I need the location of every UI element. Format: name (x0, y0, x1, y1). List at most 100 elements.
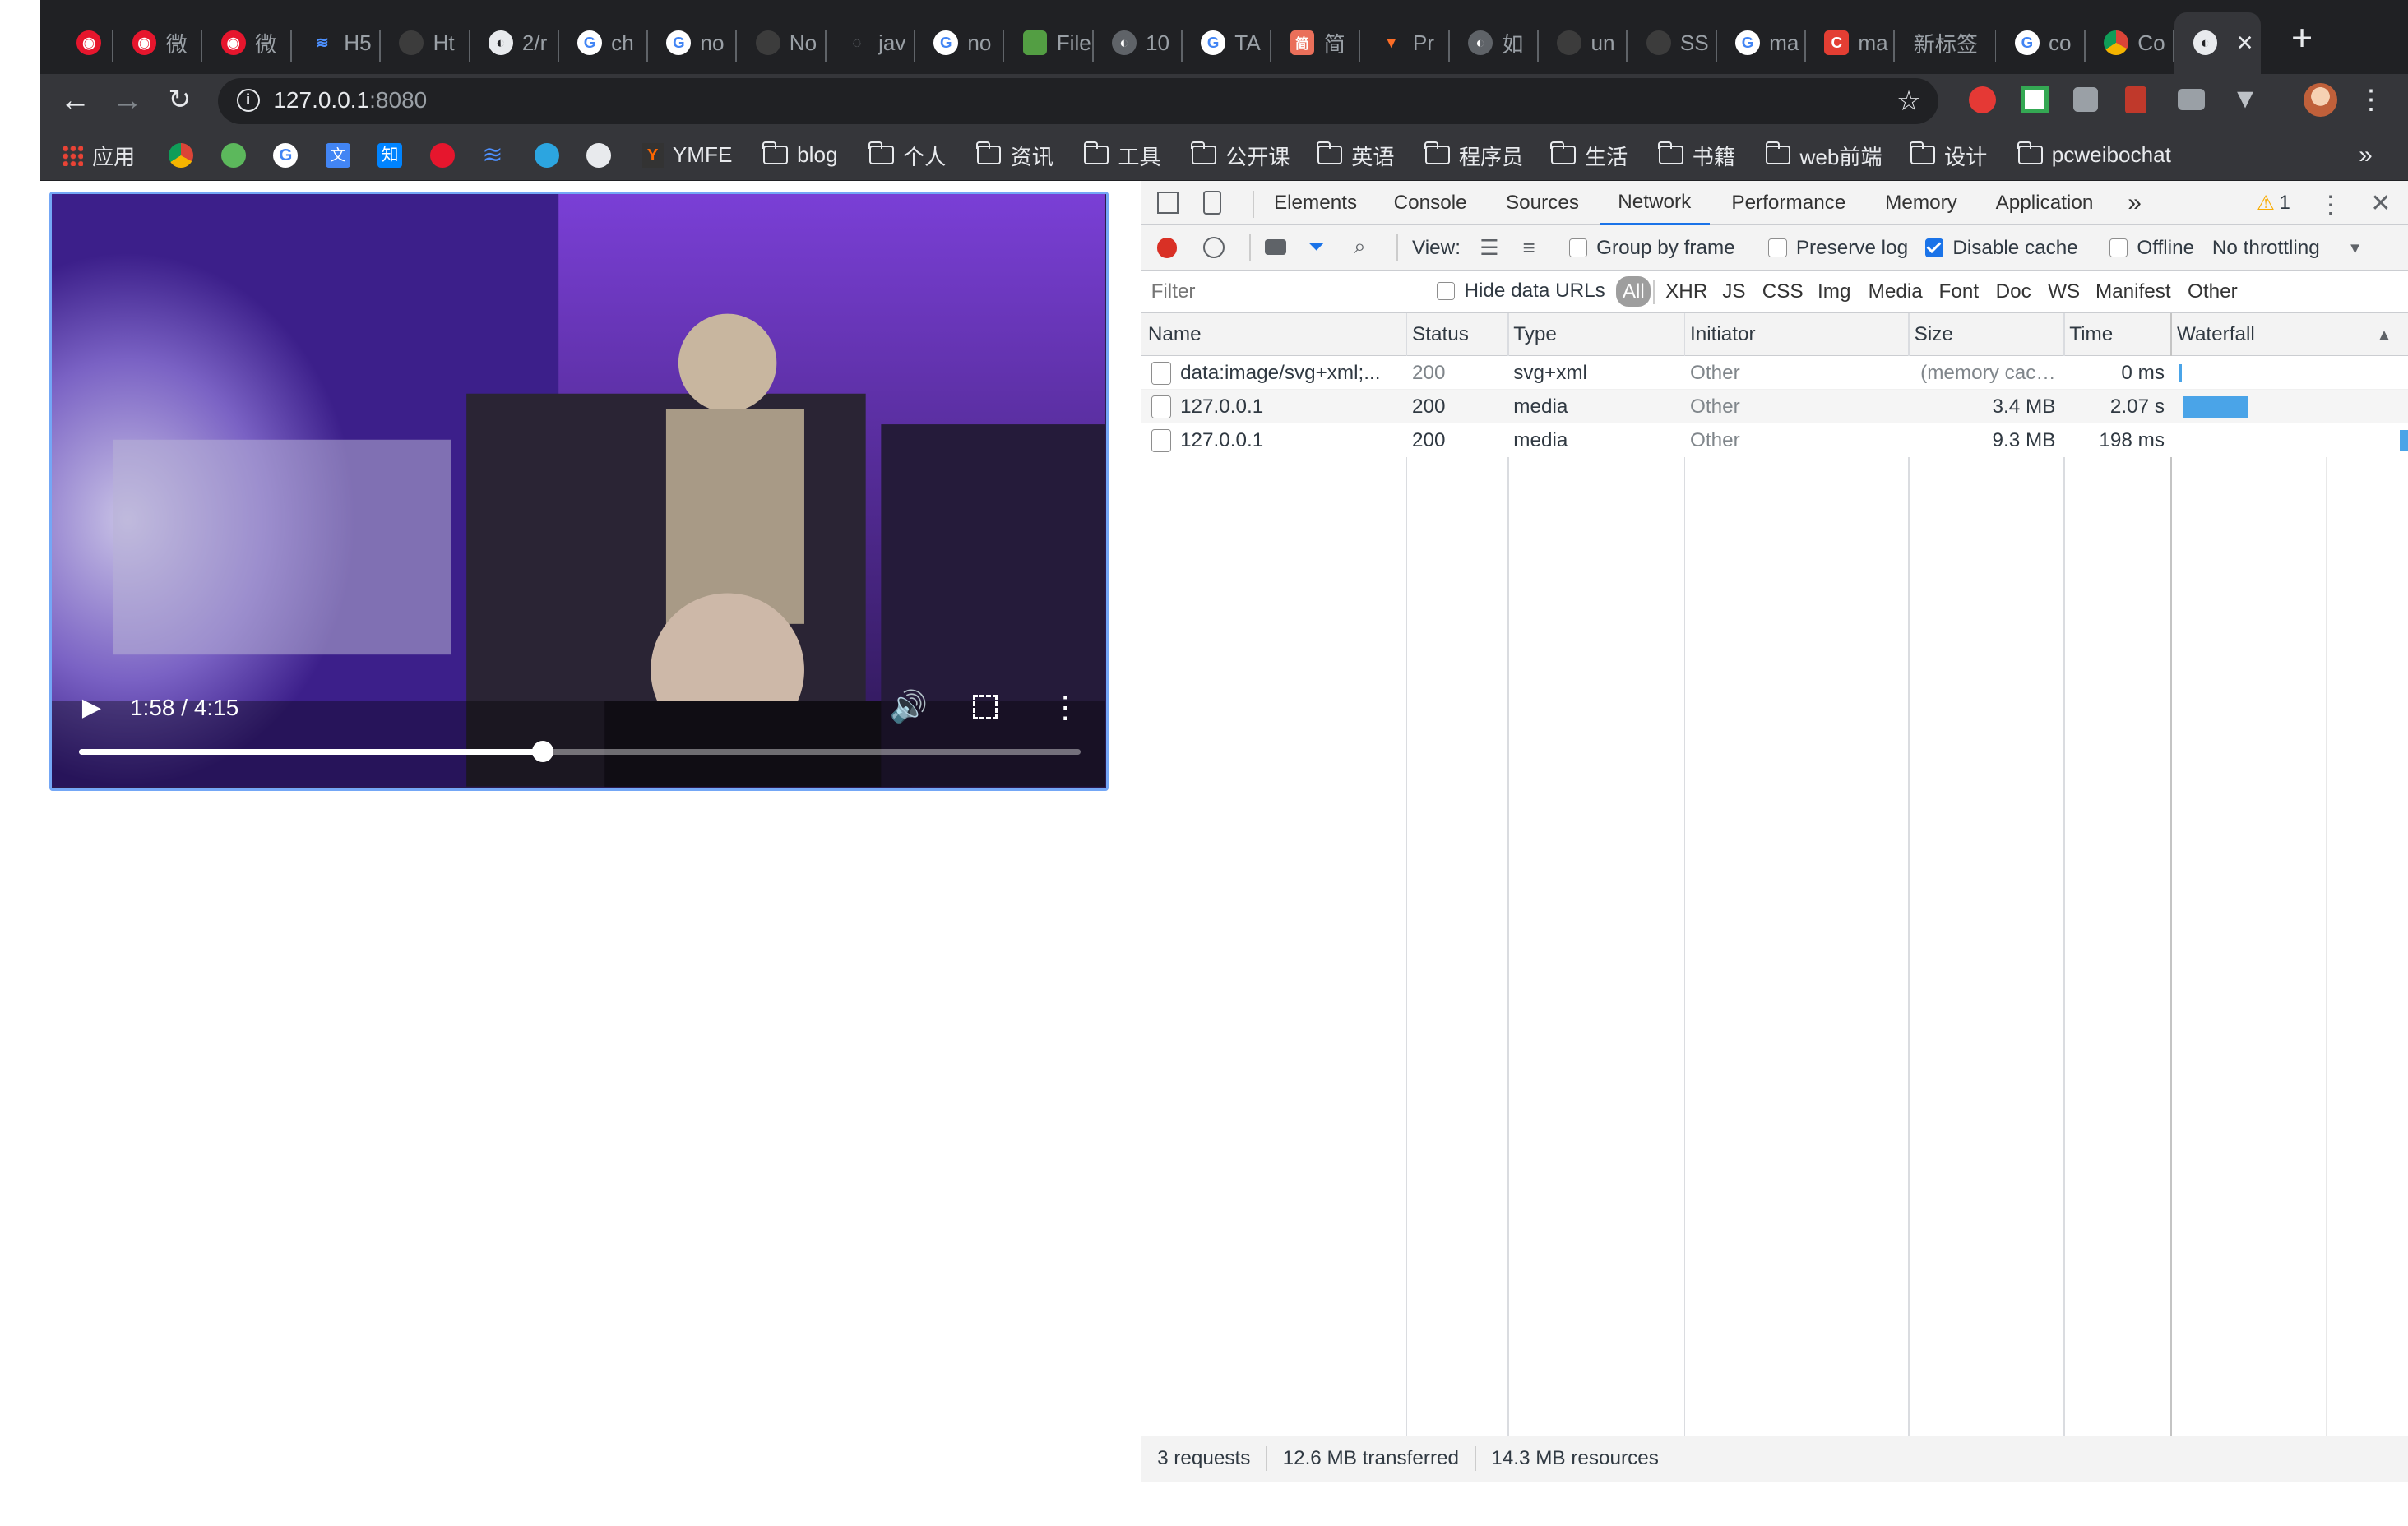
browser-tab[interactable]: G no (648, 12, 738, 74)
filter-media[interactable]: Media (1869, 271, 1923, 313)
bookmark-folder[interactable]: 资讯 (975, 129, 1054, 181)
video-player[interactable]: ▶ 1:58 / 4:15 🔊 ⋮ (49, 192, 1109, 791)
large-rows-icon[interactable]: ☰ (1480, 235, 1498, 261)
close-devtools-icon[interactable]: ✕ (2370, 189, 2391, 218)
browser-tab[interactable]: ≋ H5 (292, 12, 382, 74)
filter-font[interactable]: Font (1939, 271, 1980, 313)
column-name[interactable]: Name (1141, 313, 1202, 356)
bookmark-folder[interactable]: 程序员 (1424, 129, 1523, 181)
browser-tab[interactable]: G ch (559, 12, 648, 74)
hide-data-urls-checkbox[interactable]: Hide data URLs (1436, 280, 1605, 303)
bookmark-item[interactable]: G (273, 129, 299, 181)
browser-tab[interactable]: No (737, 12, 827, 74)
browser-tab[interactable]: ▼ Pr (1360, 12, 1450, 74)
filter-all[interactable]: All (1616, 276, 1651, 308)
browser-tab[interactable]: G TA (1183, 12, 1272, 74)
browser-tab[interactable]: ◐ 如 (1450, 12, 1540, 74)
play-icon[interactable]: ▶ (76, 691, 107, 722)
filter-doc[interactable]: Doc (1996, 271, 2031, 313)
browser-tab[interactable]: Ht (381, 12, 470, 74)
bookmark-folder[interactable]: 书籍 (1657, 129, 1735, 181)
browser-tab[interactable]: G co (1996, 12, 2086, 74)
clear-icon[interactable] (1203, 236, 1225, 258)
filter-input[interactable] (1147, 276, 1413, 308)
filter-icon[interactable]: ⏷ (1308, 234, 1325, 260)
tab-elements[interactable]: Elements (1274, 181, 1357, 225)
filter-other[interactable]: Other (2188, 271, 2238, 313)
close-icon[interactable]: ✕ (2236, 30, 2254, 56)
bookmark-folder[interactable]: 英语 (1317, 129, 1394, 181)
search-icon[interactable]: ⌕ (1354, 234, 1366, 260)
browser-tab[interactable]: G no (915, 12, 1005, 74)
new-tab-icon[interactable]: + (2282, 17, 2322, 58)
bookmark-extension-icon[interactable] (2125, 86, 2147, 114)
extension-icon[interactable] (2072, 87, 2098, 113)
throttling-select[interactable]: No throttling ▼ (2212, 237, 2363, 260)
bookmark-folder[interactable]: 个人 (868, 129, 946, 181)
browser-tab[interactable]: ◉ 微 (202, 12, 292, 74)
info-icon[interactable]: i (236, 89, 260, 113)
bookmark-folder[interactable]: 生活 (1550, 129, 1628, 181)
filter-js[interactable]: JS (1722, 271, 1745, 313)
more-options-icon[interactable]: ⋮ (1049, 689, 1080, 726)
filter-img[interactable]: Img (1818, 271, 1850, 313)
browser-tab[interactable]: un (1539, 12, 1628, 74)
overview-icon[interactable]: ≡ (1522, 235, 1535, 261)
progress-thumb[interactable] (531, 741, 553, 763)
bookmark-item[interactable]: 知 (377, 129, 403, 181)
table-row[interactable]: 127.0.0.1 200 media Other 3.4 MB 2.07 s (1141, 390, 2408, 424)
extension-icon[interactable] (2021, 86, 2049, 114)
table-row[interactable]: data:image/svg+xml;... 200 svg+xml Other… (1141, 356, 2408, 391)
warning-counter[interactable]: ⚠ 1 (2257, 191, 2290, 215)
offline-checkbox[interactable]: Offline (2109, 237, 2194, 260)
filter-manifest[interactable]: Manifest (2095, 271, 2171, 313)
bookmark-item[interactable]: 文 (325, 129, 350, 181)
tab-network[interactable]: Network (1599, 181, 1710, 226)
volume-icon[interactable]: 🔊 (889, 689, 927, 726)
browser-tab[interactable]: 新标签 (1895, 12, 1997, 74)
adblock-icon[interactable] (1968, 86, 1997, 114)
device-toolbar-icon[interactable] (1203, 190, 1222, 215)
column-initiator[interactable]: Initiator (1684, 313, 1756, 356)
tab-memory[interactable]: Memory (1885, 181, 1957, 225)
avatar[interactable] (2303, 82, 2338, 117)
bookmark-folder[interactable]: 工具 (1083, 129, 1161, 181)
browser-tab[interactable]: ◌ jav (827, 12, 915, 74)
reload-icon[interactable]: ↻ (163, 83, 197, 117)
tab-sources[interactable]: Sources (1506, 181, 1579, 225)
column-time[interactable]: Time (2063, 313, 2113, 356)
browser-tab[interactable]: ◐ 2/r (470, 12, 559, 74)
filter-ws[interactable]: WS (2048, 271, 2080, 313)
column-status[interactable]: Status (1406, 313, 1469, 356)
bookmark-folder[interactable]: web前端 (1765, 129, 1882, 181)
forward-icon[interactable]: → (110, 82, 144, 117)
browser-tab[interactable]: File (1004, 12, 1094, 74)
bookmark-apps[interactable]: 应用 (61, 129, 135, 181)
progress-track[interactable] (79, 741, 1081, 763)
bookmarks-overflow[interactable]: » (2359, 129, 2373, 181)
url-text[interactable]: 127.0.0.1:8080 (273, 87, 427, 113)
browser-tab-active[interactable]: ◐ ✕ (2174, 12, 2261, 74)
back-icon[interactable]: ← (58, 82, 92, 117)
sort-ascending-icon[interactable]: ▲ (2377, 326, 2392, 344)
browser-tab[interactable]: ◉ (58, 12, 114, 74)
tab-application[interactable]: Application (1996, 181, 2094, 225)
bookmark-item[interactable] (586, 129, 612, 181)
browser-tab[interactable]: G ma (1717, 12, 1806, 74)
star-icon[interactable]: ☆ (1892, 85, 1925, 118)
tab-console[interactable]: Console (1394, 181, 1467, 225)
browser-tab[interactable]: Co (2086, 12, 2175, 74)
browser-tab[interactable]: 简 简 (1271, 12, 1361, 74)
bookmark-item[interactable] (220, 129, 246, 181)
menu-icon[interactable]: ⋮ (2355, 83, 2386, 117)
bookmark-item[interactable] (534, 129, 559, 181)
inspect-element-icon[interactable] (1157, 192, 1179, 214)
bookmark-folder[interactable]: blog (762, 129, 838, 181)
bookmark-ymfe[interactable]: Y YMFE (641, 129, 732, 181)
filter-xhr[interactable]: XHR (1665, 271, 1707, 313)
tab-performance[interactable]: Performance (1731, 181, 1845, 225)
browser-tab[interactable]: SS (1628, 12, 1717, 74)
bookmark-item[interactable] (429, 129, 455, 181)
capture-screenshots-icon[interactable] (1264, 239, 1286, 255)
browser-tab[interactable]: ◐ 10 (1094, 12, 1183, 74)
